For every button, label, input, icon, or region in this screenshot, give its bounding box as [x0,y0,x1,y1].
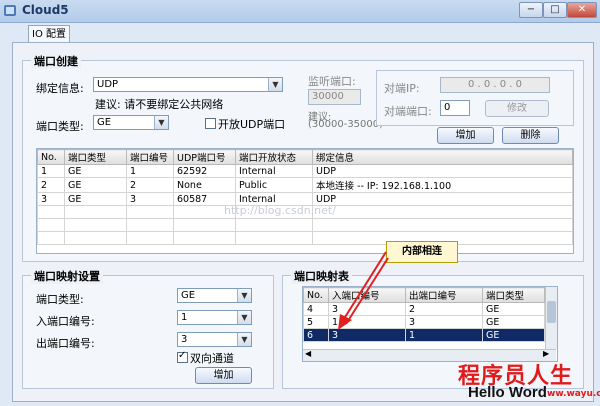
vertical-scrollbar[interactable] [545,287,557,349]
chevron-down-icon: ▼ [237,289,251,302]
out-port-select[interactable]: 3 ▼ [177,332,252,347]
bidirectional-label: 双向通道 [190,352,234,365]
port-table: No. 端口类型 端口编号 UDP端口号 端口开放状态 绑定信息 1 GE 1 … [37,149,573,245]
in-port-label: 入端口编号: [36,315,95,328]
col-port-type[interactable]: 端口类型 [482,287,545,303]
col-no[interactable]: No. [303,287,329,303]
blog-watermark: http://blog.csdn.net/ [224,204,336,217]
close-button[interactable]: ✕ [567,2,597,18]
cell: 2 [405,302,483,316]
bind-suggest-text: 建议: 请不要绑定公共网络 [95,98,224,111]
delete-port-button[interactable]: 删除 [502,127,559,144]
peer-ip-input[interactable]: 0 . 0 . 0 . 0 [440,77,550,93]
cell: GE [482,302,545,316]
brand-logo-en: Hello Word [468,384,547,401]
cell: UDP [312,192,573,206]
cell: 1 [405,328,483,342]
cell: GE [64,164,127,178]
modify-button[interactable]: 修改 [485,100,549,117]
chevron-right-icon[interactable]: ▶ [543,349,549,358]
table-row[interactable]: 2 GE 2 None Public 本地连接 -- IP: 192.168.1… [37,177,573,193]
col-port-no[interactable]: 端口编号 [126,149,174,165]
map-port-type-value: GE [181,290,196,301]
bidirectional-checkbox[interactable] [177,350,188,363]
annotation-callout: 内部相连 [386,241,458,263]
window-titlebar [0,0,600,23]
port-type-label: 端口类型: [36,120,84,133]
cell: 2 [126,177,174,193]
in-port-value: 1 [181,312,188,323]
cell: 5 [303,315,329,329]
cell: 1 [37,164,65,178]
bind-info-label: 绑定信息: [36,82,84,95]
table-row[interactable]: 1 GE 1 62592 Internal UDP [37,164,573,178]
bind-info-select[interactable]: UDP ▼ [93,77,283,92]
bind-info-value: UDP [97,79,119,90]
listen-suggest-range: (30000-35000) [308,119,384,130]
window-title: Cloud5 [22,3,69,17]
peer-port-label: 对端端口: [384,105,432,118]
out-port-value: 3 [181,334,188,345]
col-out-port[interactable]: 出端口编号 [405,287,483,303]
listen-port-label: 监听端口: [308,75,356,88]
cell: Public [235,177,313,193]
add-mapping-button[interactable]: 增加 [195,367,252,384]
tab-io-config[interactable]: IO 配置 [28,25,70,43]
cell: 3 [126,192,174,206]
col-no[interactable]: No. [37,149,65,165]
cell: GE [482,328,545,342]
listen-port-input[interactable]: 30000 [308,89,361,105]
cell: 62592 [173,164,236,178]
annotation-arrows [338,251,389,330]
cloud-icon [4,5,16,16]
chevron-down-icon: ▼ [268,78,282,91]
col-open-state[interactable]: 端口开放状态 [235,149,313,165]
cell: 3 [37,192,65,206]
port-create-title: 端口创建 [31,53,81,69]
cell: 4 [303,302,329,316]
mapping-settings-title: 端口映射设置 [31,268,103,284]
maximize-button[interactable]: □ [543,2,567,18]
open-udp-checkbox[interactable] [205,118,216,129]
port-table-header: No. 端口类型 端口编号 UDP端口号 端口开放状态 绑定信息 [37,149,573,165]
cell: GE [64,192,127,206]
cell: 2 [37,177,65,193]
chevron-left-icon[interactable]: ◀ [305,349,311,358]
add-port-button[interactable]: 增加 [437,127,494,144]
cell: 本地连接 -- IP: 192.168.1.100 [312,177,573,193]
chevron-down-icon: ▼ [154,116,168,129]
peer-port-input[interactable]: 0 [440,100,470,116]
cell: GE [64,177,127,193]
minimize-button[interactable]: − [519,2,543,18]
port-table-container: No. 端口类型 端口编号 UDP端口号 端口开放状态 绑定信息 1 GE 1 … [36,148,574,254]
chevron-down-icon: ▼ [237,333,251,346]
cell: GE [482,315,545,329]
chevron-down-icon: ▼ [237,311,251,324]
cell: 1 [126,164,174,178]
port-type-value: GE [97,117,112,128]
open-udp-label: 开放UDP端口 [218,118,286,131]
port-type-select[interactable]: GE ▼ [93,115,169,130]
cell: Internal [235,164,313,178]
in-port-select[interactable]: 1 ▼ [177,310,252,325]
cell: 6 [303,328,329,342]
map-port-type-label: 端口类型: [36,293,84,306]
cell: UDP [312,164,573,178]
cell: None [173,177,236,193]
col-udp-port[interactable]: UDP端口号 [173,149,236,165]
peer-ip-label: 对端IP: [384,82,420,95]
scrollbar-thumb[interactable] [547,301,556,323]
col-port-type[interactable]: 端口类型 [64,149,127,165]
map-port-type-select[interactable]: GE ▼ [177,288,252,303]
brand-url: ww.wayu.cn [547,389,600,399]
out-port-label: 出端口编号: [36,337,95,350]
cell: 3 [405,315,483,329]
col-bind-info[interactable]: 绑定信息 [312,149,573,165]
